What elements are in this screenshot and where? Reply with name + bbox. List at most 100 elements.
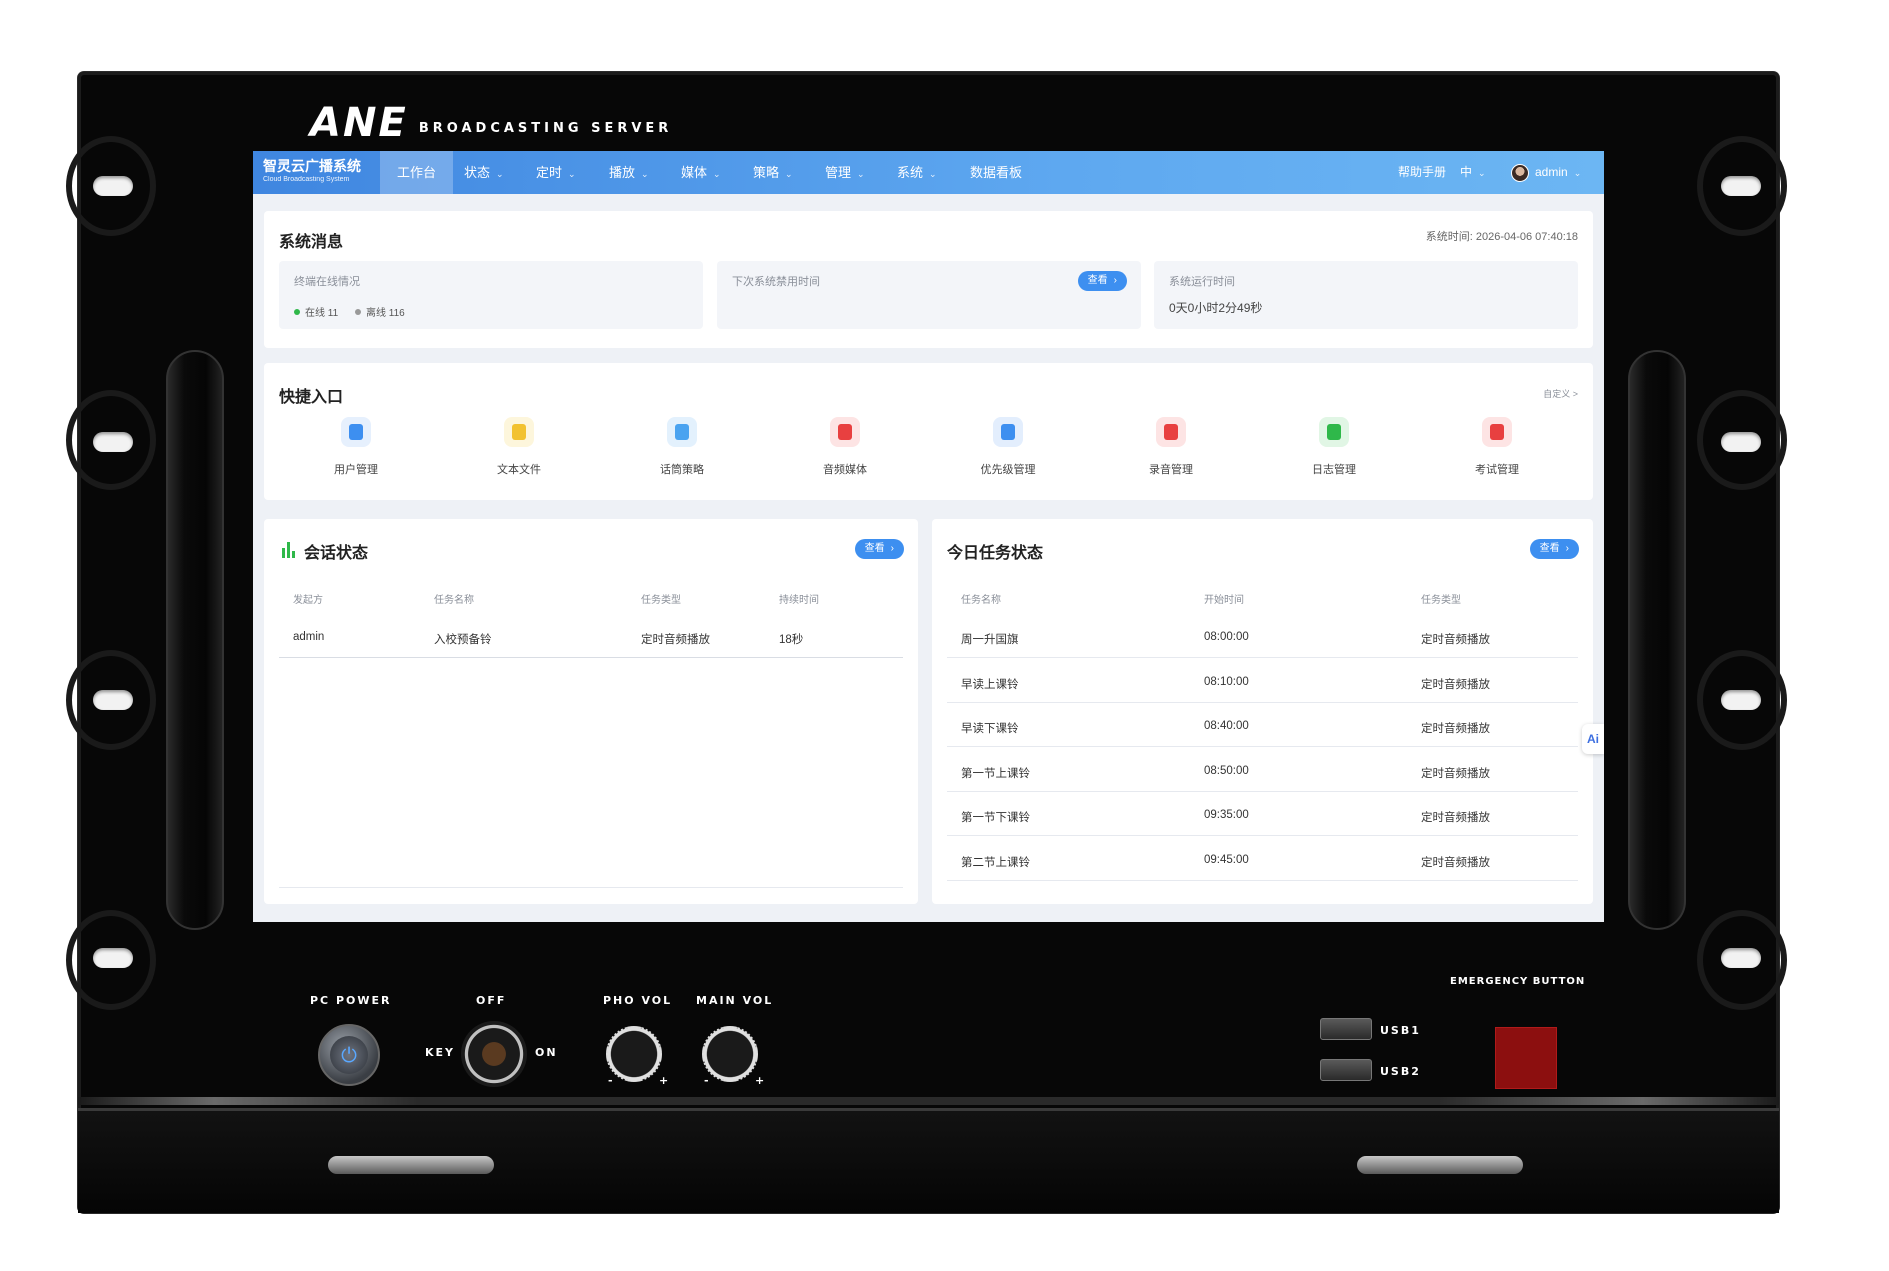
nav-item-label: 工作台 [397, 165, 437, 180]
key-label: KEY [425, 1046, 456, 1059]
column-header: 发起方 [293, 595, 323, 606]
table-cell: 入校预备铃 [434, 634, 492, 646]
nav-item-manage[interactable]: 管理 ⌄ [825, 151, 865, 194]
avatar [1511, 163, 1529, 182]
rack-mount-slot [93, 690, 133, 710]
offline-dot [355, 309, 361, 315]
uptime-value: 0天0小时2分49秒 [1169, 301, 1263, 315]
quick-entry-item[interactable]: 音频媒体 [805, 417, 885, 477]
brand-subtitle: BROADCASTING SERVER [418, 121, 673, 136]
row-divider [947, 835, 1578, 836]
nav-item-label: 播放 [609, 165, 636, 180]
quick-entry-item[interactable]: 话筒策略 [642, 417, 722, 477]
nav-item-dashboard[interactable]: 数据看板 [970, 151, 1022, 194]
user-menu[interactable]: admin ⌄ [1511, 151, 1581, 194]
ai-assistant-tab[interactable]: Ai [1582, 724, 1604, 754]
quick-entry-item[interactable]: 日志管理 [1294, 417, 1374, 477]
left-handle [166, 350, 224, 930]
language-select[interactable]: 中 ⌄ [1460, 151, 1486, 194]
next-disable-label: 下次系统禁用时间 [732, 276, 820, 288]
view-button[interactable]: 查看 › [854, 539, 904, 559]
system-time: 系统时间: 2026-04-06 07:40:18 [1425, 231, 1578, 243]
chevron-down-icon: ⌄ [641, 169, 649, 179]
table-cell: 08:10:00 [1204, 675, 1249, 688]
nav-item-media[interactable]: 媒体 ⌄ [681, 151, 721, 194]
exam-icon [1482, 417, 1512, 447]
card-title: 快捷入口 [279, 389, 344, 406]
table-cell: 定时音频播放 [641, 634, 710, 646]
nav-item-label: 定时 [536, 165, 563, 180]
nav-brand[interactable]: 智灵云广播系统 Cloud Broadcasting System [263, 156, 361, 183]
quick-entry-item[interactable]: 文本文件 [479, 417, 559, 477]
key-on-label: ON [535, 1046, 558, 1059]
screen: 智灵云广播系统 Cloud Broadcasting System 工作台 状态… [253, 151, 1604, 922]
usb-port[interactable] [1320, 1018, 1372, 1040]
table-cell: 定时音频播放 [1421, 812, 1490, 824]
brand-logo: ANE BROADCASTING SERVER [310, 100, 672, 146]
nav-item-status[interactable]: 状态 ⌄ [464, 151, 504, 194]
nav-item-play[interactable]: 播放 ⌄ [609, 151, 649, 194]
row-divider [947, 746, 1578, 747]
emergency-button[interactable] [1495, 1027, 1557, 1089]
card-title: 系统消息 [279, 234, 344, 251]
pc-power-button[interactable]: ⏻ [318, 1024, 380, 1086]
chevron-down-icon: ⌄ [568, 169, 576, 179]
table-cell: 第二节上课铃 [961, 856, 1030, 869]
column-header: 任务类型 [1421, 595, 1461, 606]
usb1-label: USB1 [1380, 1024, 1421, 1037]
chevron-right-icon: › [1565, 543, 1569, 554]
table-cell: 早读上课铃 [961, 678, 1019, 691]
nav-item-strategy[interactable]: 策略 ⌄ [753, 151, 793, 194]
table-cell: 定时音频播放 [1421, 678, 1490, 691]
top-navbar: 智灵云广播系统 Cloud Broadcasting System 工作台 状态… [253, 151, 1604, 194]
usb2-label: USB2 [1380, 1065, 1421, 1078]
nav-brand-title: 智灵云广播系统 [263, 158, 361, 174]
offline-count-text: 离线 116 [366, 308, 405, 319]
table-cell: 08:00:00 [1204, 631, 1249, 643]
column-header: 任务名称 [961, 595, 1001, 606]
quick-entry-item[interactable]: 用户管理 [316, 417, 396, 477]
customize-link[interactable]: 自定义 > [1543, 387, 1578, 400]
uptime-label: 系统运行时间 [1169, 276, 1235, 288]
nav-item-label: 媒体 [681, 165, 708, 180]
uptime-box: 系统运行时间 0天0小时2分49秒 [1154, 261, 1578, 329]
key-switch[interactable] [461, 1021, 527, 1087]
nav-item-system[interactable]: 系统 ⌄ [897, 151, 937, 194]
view-button[interactable]: 查看 › [1077, 271, 1127, 291]
table-cell: 09:35:00 [1204, 809, 1249, 821]
nav-item-label: 数据看板 [970, 165, 1023, 180]
usb-port[interactable] [1320, 1059, 1372, 1081]
chevron-down-icon: ⌄ [1573, 168, 1582, 178]
rack-mount-slot [93, 176, 133, 196]
table-cell: 18秒 [779, 634, 804, 646]
rack-mount-slot [1721, 948, 1761, 968]
chevron-down-icon: ⌄ [785, 169, 793, 179]
quick-entry-item[interactable]: 录音管理 [1131, 417, 1211, 477]
help-manual-link[interactable]: 帮助手册 [1398, 151, 1446, 194]
quick-entry-item[interactable]: 优先级管理 [968, 417, 1048, 477]
language-label: 中 [1460, 165, 1473, 179]
column-header: 开始时间 [1204, 595, 1244, 606]
table-cell: 第一节上课铃 [961, 767, 1030, 780]
system-messages-card: 系统消息 系统时间: 2026-04-06 07:40:18 终端在线情况 在线… [264, 211, 1593, 348]
table-cell: 定时音频播放 [1421, 856, 1490, 869]
bar-chart-icon [282, 542, 296, 558]
knob-plus: + [755, 1074, 767, 1087]
row-divider [947, 701, 1578, 703]
quick-entry-label: 考试管理 [1475, 464, 1519, 476]
chevron-right-icon: › [890, 543, 894, 554]
quick-entry-label: 录音管理 [1149, 464, 1193, 476]
view-button-label: 查看 [1087, 275, 1108, 286]
row-divider [279, 657, 903, 658]
priority-layers-icon [993, 417, 1023, 447]
quick-entry-item[interactable]: 考试管理 [1457, 417, 1537, 477]
online-count: 在线 11 [294, 304, 338, 319]
nav-item-schedule[interactable]: 定时 ⌄ [536, 151, 576, 194]
row-divider [947, 657, 1578, 658]
nav-item-workbench[interactable]: 工作台 [380, 151, 454, 194]
view-button[interactable]: 查看 › [1529, 539, 1579, 559]
quick-entry-label: 用户管理 [334, 464, 378, 476]
chevron-down-icon: ⌄ [496, 169, 504, 179]
online-count-text: 在线 11 [305, 308, 339, 319]
quick-entry-label: 音频媒体 [823, 464, 867, 476]
